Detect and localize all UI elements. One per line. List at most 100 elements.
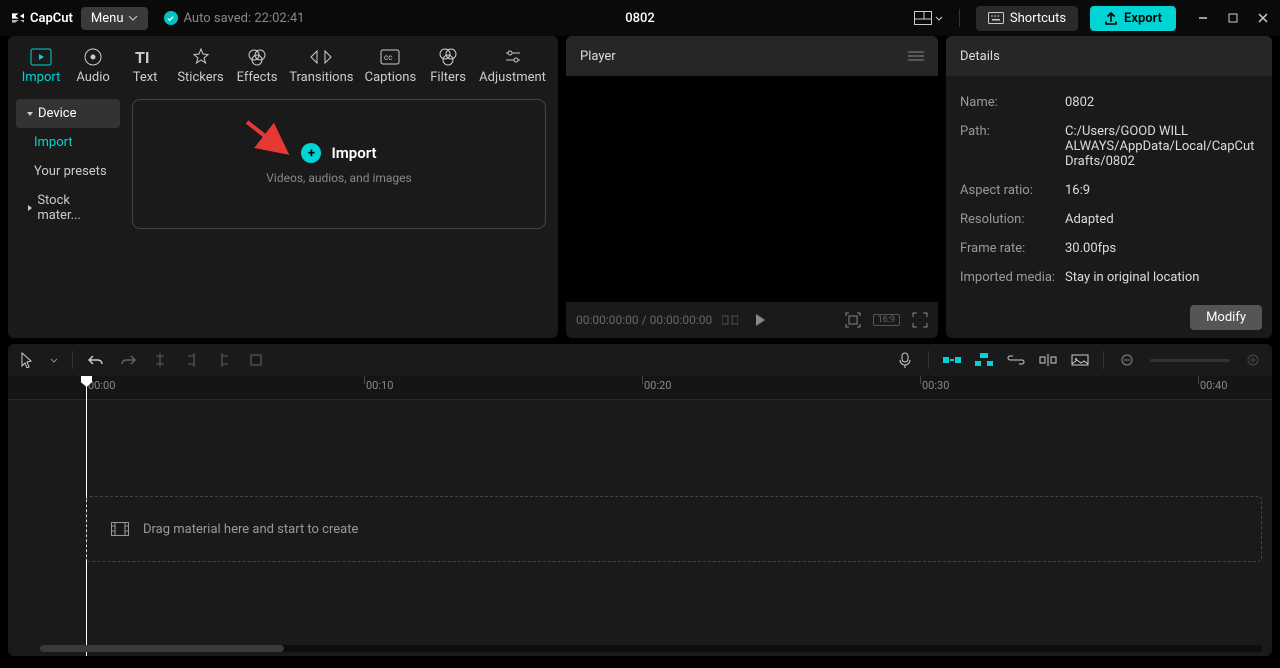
delete-right-button[interactable] <box>215 351 233 369</box>
detail-aspect: Aspect ratio: 16:9 <box>960 176 1258 205</box>
caret-down-icon <box>26 110 34 118</box>
magnet-track-button[interactable] <box>975 351 993 369</box>
chevron-down-icon[interactable] <box>50 358 58 363</box>
link-button[interactable] <box>1007 351 1025 369</box>
detail-name: Name: 0802 <box>960 88 1258 117</box>
separator <box>959 9 960 27</box>
zoom-out-button[interactable] <box>1118 351 1136 369</box>
selection-tool[interactable] <box>18 351 36 369</box>
export-icon <box>1104 11 1118 25</box>
import-subtext: Videos, audios, and images <box>266 171 411 185</box>
effects-icon <box>246 46 268 68</box>
timeline[interactable]: 00:00 00:10 00:20 00:30 00:40 Drag mater… <box>8 376 1272 656</box>
play-icon[interactable] <box>754 313 766 327</box>
autosave-status: Auto saved: 22:02:41 <box>164 11 305 26</box>
drop-hint: Drag material here and start to create <box>143 522 358 537</box>
sidebar-item-presets[interactable]: Your presets <box>16 157 120 186</box>
tab-captions[interactable]: cc Captions <box>360 42 421 89</box>
keyboard-icon <box>988 12 1004 24</box>
project-title: 0802 <box>625 11 655 26</box>
detail-framerate: Frame rate: 30.00fps <box>960 234 1258 263</box>
cover-button[interactable] <box>1071 351 1089 369</box>
mic-button[interactable] <box>896 351 914 369</box>
media-sidebar: Device Import Your presets Stock mater..… <box>8 89 128 338</box>
import-dropzone[interactable]: + Import Videos, audios, and images <box>132 99 546 229</box>
import-label: Import <box>331 144 376 162</box>
layout-button[interactable] <box>914 11 943 25</box>
split-button[interactable] <box>151 351 169 369</box>
details-panel: Details Name: 0802 Path: C:/Users/GOOD W… <box>946 36 1272 338</box>
detail-imported-media: Imported media: Stay in original locatio… <box>960 263 1258 292</box>
detail-path: Path: C:/Users/GOOD WILL ALWAYS/AppData/… <box>960 117 1258 176</box>
preview-axis-button[interactable] <box>1039 351 1057 369</box>
media-tab-bar: Import Audio TI Text Stickers Effects Tr… <box>8 36 558 89</box>
film-icon <box>111 522 129 536</box>
maximize-button[interactable] <box>1226 11 1240 25</box>
capcut-icon <box>10 10 26 26</box>
tab-filters[interactable]: Filters <box>423 42 473 89</box>
player-viewport <box>566 76 938 302</box>
sidebar-item-stock[interactable]: Stock mater... <box>16 186 120 230</box>
fullscreen-icon[interactable] <box>912 312 928 328</box>
timeline-toolbar <box>8 344 1272 376</box>
export-button[interactable]: Export <box>1090 6 1176 31</box>
filters-icon <box>437 46 459 68</box>
tab-audio[interactable]: Audio <box>68 42 118 89</box>
caret-right-icon <box>26 204 33 212</box>
zoom-in-button[interactable] <box>1244 351 1262 369</box>
player-menu-icon[interactable] <box>908 50 924 62</box>
tab-effects[interactable]: Effects <box>231 42 283 89</box>
chevron-down-icon <box>128 15 138 21</box>
check-icon <box>164 11 178 25</box>
text-icon: TI <box>134 46 156 68</box>
media-panel: Import Audio TI Text Stickers Effects Tr… <box>8 36 558 338</box>
tab-stickers[interactable]: Stickers <box>172 42 229 89</box>
ruler-mark: 00:30 <box>922 379 949 392</box>
transitions-icon <box>310 46 332 68</box>
compare-icon[interactable] <box>722 314 738 326</box>
ruler-mark: 00:10 <box>366 379 393 392</box>
svg-text:cc: cc <box>384 53 392 62</box>
captions-icon: cc <box>379 46 401 68</box>
brand-text: CapCut <box>30 11 73 26</box>
delete-left-button[interactable] <box>183 351 201 369</box>
crop-button[interactable] <box>247 351 265 369</box>
timeline-ruler[interactable]: 00:00 00:10 00:20 00:30 00:40 <box>8 376 1272 400</box>
zoom-slider[interactable] <box>1150 359 1230 362</box>
ruler-mark: 00:40 <box>1200 379 1227 392</box>
ratio-badge[interactable]: 16:9 <box>873 314 900 326</box>
minimize-button[interactable] <box>1196 11 1210 25</box>
timeline-scrollbar[interactable] <box>40 645 1262 652</box>
tab-transitions[interactable]: Transitions <box>285 42 358 89</box>
tab-import[interactable]: Import <box>16 42 66 89</box>
timecode: 00:00:00:00 / 00:00:00:00 <box>576 313 712 327</box>
sidebar-item-device[interactable]: Device <box>16 99 120 128</box>
sidebar-item-import[interactable]: Import <box>16 128 120 157</box>
undo-button[interactable] <box>87 351 105 369</box>
chevron-down-icon <box>935 16 943 21</box>
tab-text[interactable]: TI Text <box>120 42 170 89</box>
magnet-main-button[interactable] <box>943 351 961 369</box>
menu-button[interactable]: Menu <box>81 7 148 30</box>
stickers-icon <box>190 46 212 68</box>
ruler-mark: 00:20 <box>644 379 671 392</box>
timeline-tracks[interactable]: Drag material here and start to create <box>8 400 1272 656</box>
shortcuts-button[interactable]: Shortcuts <box>976 6 1078 31</box>
ruler-mark: 00:00 <box>88 379 115 392</box>
adjustment-icon <box>502 46 524 68</box>
svg-text:TI: TI <box>135 48 150 66</box>
annotation-arrow-icon <box>243 118 293 158</box>
close-button[interactable] <box>1256 11 1270 25</box>
modify-button[interactable]: Modify <box>1190 305 1262 330</box>
detail-resolution: Resolution: Adapted <box>960 205 1258 234</box>
import-icon <box>30 46 52 68</box>
title-bar: CapCut Menu Auto saved: 22:02:41 0802 Sh… <box>0 0 1280 36</box>
player-controls: 00:00:00:00 / 00:00:00:00 16:9 <box>566 302 938 338</box>
player-panel: Player 00:00:00:00 / 00:00:00:00 16:9 <box>566 36 938 338</box>
layout-icon <box>914 11 932 25</box>
scale-icon[interactable] <box>845 312 861 328</box>
tab-adjustment[interactable]: Adjustment <box>475 42 550 89</box>
app-logo: CapCut <box>10 10 73 26</box>
timeline-drop-zone[interactable]: Drag material here and start to create <box>86 496 1262 562</box>
redo-button[interactable] <box>119 351 137 369</box>
